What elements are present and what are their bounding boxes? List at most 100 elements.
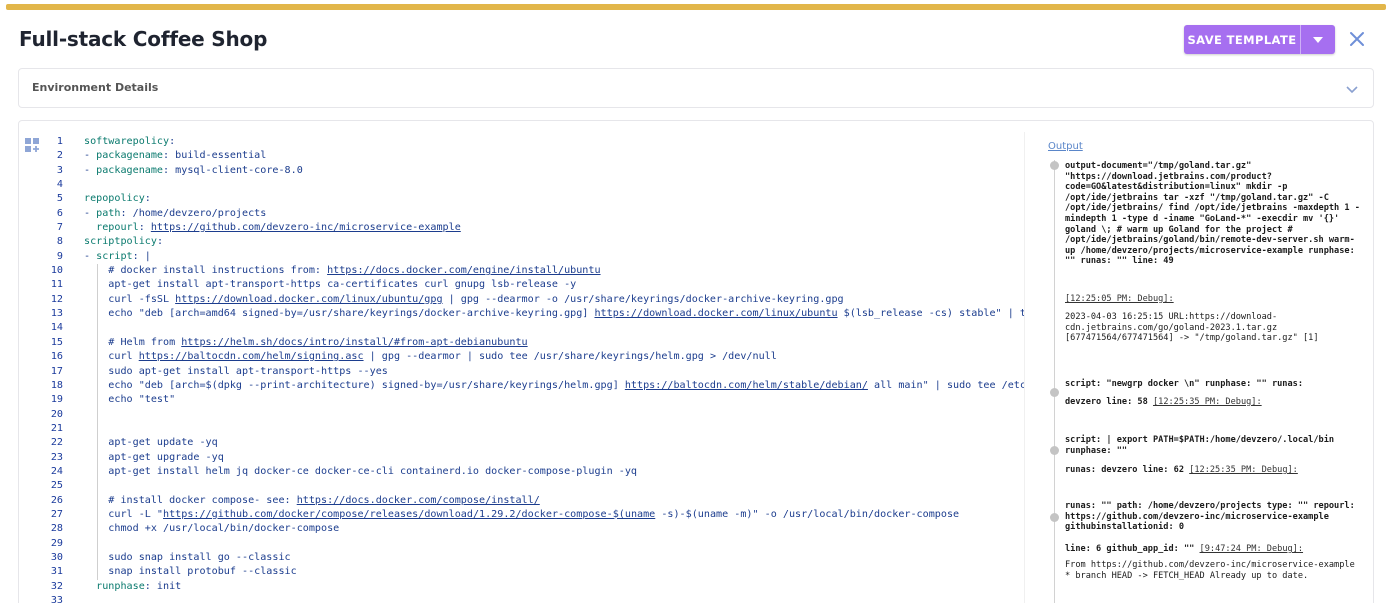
line-number: 23 [50, 451, 63, 463]
code-line[interactable]: 28 chmod +x /usr/local/bin/docker-compos… [19, 522, 1034, 537]
code-line[interactable]: 30 sudo snap install go --classic [19, 550, 1034, 566]
indent-guide [97, 378, 98, 394]
close-icon[interactable] [1349, 31, 1365, 47]
chevron-down-icon[interactable] [1345, 82, 1359, 96]
line-text: # install docker compose- see: https://d… [84, 494, 540, 506]
indent-guide [97, 479, 98, 494]
indent-guide [97, 350, 98, 365]
output-entry-text: script: "newgrp docker \n" runphase: "" … [1065, 379, 1303, 389]
line-text: apt-get install helm jq docker-ce docker… [84, 465, 638, 477]
code-line[interactable]: 2 - packagename: build-essential [19, 149, 1034, 163]
code-line[interactable]: 23 apt-get upgrade -yq [19, 450, 1034, 465]
indent-guide [97, 464, 98, 480]
indent-guide [97, 335, 98, 351]
code-line[interactable]: 26 # install docker compose- see: https:… [19, 493, 1034, 508]
line-text: curl -L "https://github.com/docker/compo… [84, 508, 960, 520]
code-line[interactable]: 9 - script: | [19, 250, 1034, 264]
line-number: 17 [50, 365, 63, 377]
output-entry-text-2: line: 6 github_app_id: "" [9:47:24 PM: D… [1065, 544, 1363, 555]
indent-guide [97, 421, 98, 437]
output-entry-text: script: | export PATH=$PATH:/home/devzer… [1065, 435, 1335, 456]
code-line[interactable]: 16 curl https://baltocdn.com/helm/signin… [19, 350, 1034, 365]
code-line[interactable]: 8 scriptpolicy: [19, 235, 1034, 249]
page-title: Full-stack Coffee Shop [19, 27, 268, 51]
line-number: 24 [50, 465, 63, 477]
code-line[interactable]: 13 echo "deb [arch=amd64 signed-by=/usr/… [19, 307, 1034, 322]
code-line[interactable]: 31 snap install protobuf --classic [19, 565, 1034, 580]
line-number: 29 [50, 537, 63, 549]
line-number: 32 [50, 580, 63, 592]
code-line[interactable]: 3 - packagename: mysql-client-core-8.0 [19, 164, 1034, 178]
line-number: 19 [50, 394, 63, 406]
code-line[interactable]: 19 echo "test" [19, 393, 1034, 408]
line-text: sudo apt-get install apt-transport-https… [84, 365, 388, 377]
code-line[interactable]: 33 [19, 594, 1034, 603]
code-line[interactable]: 6 - path: /home/devzero/projects [19, 207, 1034, 221]
line-text: repourl: https://github.com/devzero-inc/… [96, 222, 461, 234]
timeline-dot [1050, 161, 1059, 170]
save-template-split-button[interactable]: SAVE TEMPLATE [1184, 25, 1335, 54]
line-number: 3 [56, 164, 63, 176]
code-line[interactable]: 11 apt-get install apt-transport-https c… [19, 278, 1034, 293]
environment-details-panel[interactable]: Environment Details [18, 68, 1374, 108]
line-number: 6 [56, 207, 63, 219]
caret-down-icon [1313, 36, 1323, 43]
line-text: apt-get upgrade -yq [84, 451, 224, 463]
indent-guide [97, 407, 98, 422]
code-line[interactable]: 4 [19, 178, 1034, 192]
line-number: 30 [50, 551, 63, 563]
code-line[interactable]: 18 echo "deb [arch=$(dpkg --print-archit… [19, 378, 1034, 394]
code-line[interactable]: 7 repourl: https://github.com/devzero-in… [19, 221, 1034, 235]
indent-guide [97, 278, 98, 293]
code-line[interactable]: 21 [19, 421, 1034, 437]
line-number: 11 [50, 279, 63, 291]
line-number: 5 [56, 193, 63, 205]
output-entry-text: output-document="/tmp/goland.tar.gz" "ht… [1065, 161, 1360, 267]
code-line[interactable]: 27 curl -L "https://github.com/docker/co… [19, 507, 1034, 523]
line-number: 14 [50, 322, 63, 334]
code-line[interactable]: 15 # Helm from https://helm.sh/docs/intr… [19, 335, 1034, 351]
line-number: 16 [50, 351, 63, 363]
code-line[interactable]: 12 curl -fsSL https://download.docker.co… [19, 292, 1034, 308]
line-number: 18 [50, 379, 63, 391]
line-number: 2 [56, 150, 63, 162]
line-number: 28 [50, 523, 63, 535]
save-template-button[interactable]: SAVE TEMPLATE [1184, 33, 1300, 47]
code-line[interactable]: 25 [19, 479, 1034, 494]
code-line[interactable]: 10 # docker install instructions from: h… [19, 264, 1034, 279]
code-line[interactable]: 29 [19, 536, 1034, 551]
code-line[interactable]: 17 sudo apt-get install apt-transport-ht… [19, 364, 1034, 379]
line-number: 25 [50, 480, 63, 492]
code-line[interactable]: 24 apt-get install helm jq docker-ce doc… [19, 464, 1034, 480]
line-number: 9 [56, 250, 63, 262]
code-line[interactable]: 22 apt-get update -yq [19, 436, 1034, 451]
line-text: - packagename: build-essential [84, 150, 267, 162]
indent-guide [97, 565, 98, 580]
line-number: 12 [50, 293, 63, 305]
debug-timestamp: [12:25:35 PM: Debug]: [1189, 465, 1298, 475]
indent-guide [97, 507, 98, 523]
indent-guide [97, 364, 98, 379]
line-text: - path: /home/devzero/projects [84, 207, 267, 219]
line-number: 27 [50, 508, 63, 520]
code-line[interactable]: 1 softwarepolicy: [19, 135, 1034, 149]
code-editor[interactable]: 1 softwarepolicy: 2 - packagename: build-es… [19, 135, 1034, 603]
code-line[interactable]: 5 repopolicy: [19, 192, 1034, 206]
line-text: # docker install instructions from: http… [84, 265, 601, 277]
output-entry-text-2: runas: devzero line: 62 [12:25:35 PM: De… [1065, 465, 1363, 476]
timeline-dot [1050, 513, 1059, 522]
line-text: apt-get install apt-transport-https ca-c… [84, 279, 577, 291]
indent-guide [97, 393, 98, 408]
save-options-dropdown[interactable] [1301, 25, 1335, 54]
code-line[interactable]: 14 [19, 321, 1034, 336]
line-text: runphase: init [96, 580, 182, 592]
line-text: - packagename: mysql-client-core-8.0 [84, 164, 303, 176]
editor-panel: 1 softwarepolicy: 2 - packagename: build-es… [18, 120, 1374, 603]
indent-guide [97, 550, 98, 566]
output-title[interactable]: Output [1048, 141, 1083, 152]
code-line[interactable]: 32 runphase: init [19, 580, 1034, 594]
code-line[interactable]: 20 [19, 407, 1034, 422]
line-text: chmod +x /usr/local/bin/docker-compose [84, 523, 340, 535]
output-entry-line: line: 6 github_app_id: "" [1065, 544, 1195, 554]
line-number: 8 [56, 236, 63, 248]
